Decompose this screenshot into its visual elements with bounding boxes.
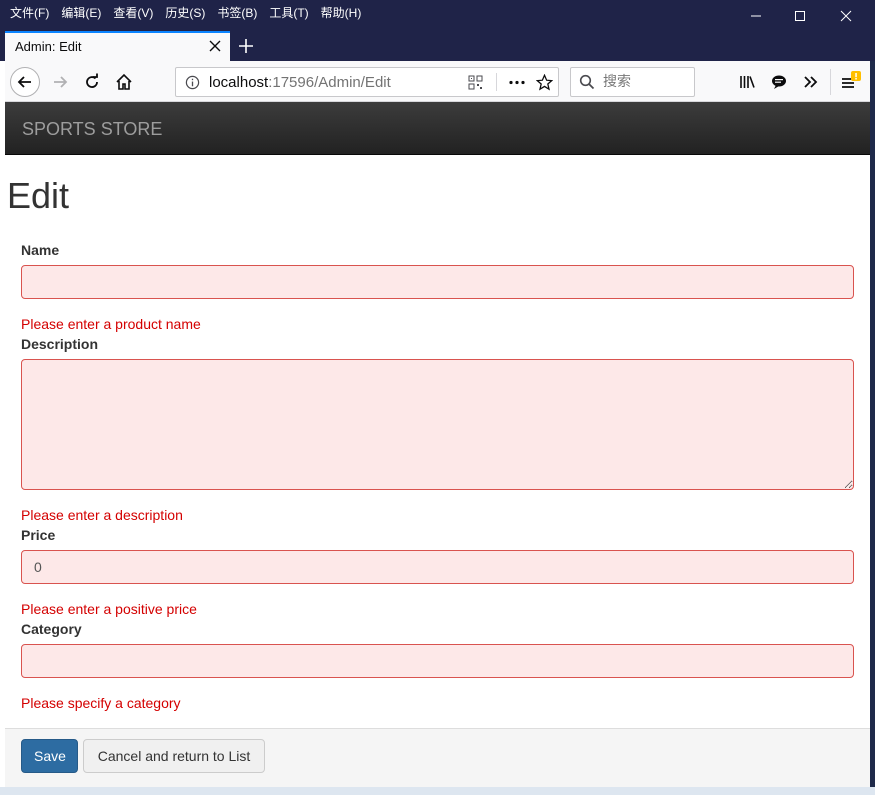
category-label: Category	[21, 621, 82, 637]
menu-bar: 文件(F) 编辑(E) 查看(V) 历史(S) 书签(B) 工具(T) 帮助(H…	[10, 4, 373, 21]
save-button[interactable]: Save	[21, 739, 78, 773]
menu-edit[interactable]: 编辑(E)	[61, 4, 101, 21]
url-text: localhost:17596/Admin/Edit	[209, 74, 391, 91]
description-error: Please enter a description	[21, 507, 183, 523]
forward-button[interactable]	[45, 67, 75, 97]
overflow-button[interactable]	[796, 67, 826, 97]
browser-toolbar: localhost:17596/Admin/Edit	[5, 61, 870, 102]
menu-help[interactable]: 帮助(H)	[321, 4, 362, 21]
price-error: Please enter a positive price	[21, 601, 197, 617]
library-button[interactable]	[732, 67, 762, 97]
menu-tools[interactable]: 工具(T)	[269, 4, 308, 21]
double-chevron-right-icon	[804, 76, 818, 88]
hamburger-menu-icon	[842, 71, 861, 88]
back-arrow-icon	[17, 76, 31, 88]
menu-file[interactable]: 文件(F)	[10, 4, 49, 21]
page-title: Edit	[7, 175, 70, 216]
site-brand[interactable]: SPORTS STORE	[22, 119, 162, 140]
main-menu-button[interactable]	[835, 67, 865, 97]
menu-history[interactable]: 历史(S)	[165, 4, 205, 21]
reload-icon	[86, 73, 98, 88]
info-icon[interactable]	[185, 75, 200, 90]
name-label: Name	[21, 242, 60, 258]
window-titlebar: 文件(F) 编辑(E) 查看(V) 历史(S) 书签(B) 工具(T) 帮助(H…	[0, 0, 875, 31]
site-navbar: SPORTS STORE	[5, 102, 870, 155]
new-tab-icon[interactable]	[236, 36, 256, 56]
tab-close-icon[interactable]	[208, 39, 222, 53]
minimize-icon	[751, 15, 761, 16]
form-footer: Save Cancel and return to List	[5, 728, 870, 787]
cancel-button[interactable]: Cancel and return to List	[83, 739, 265, 773]
chat-button[interactable]	[764, 67, 794, 97]
toolbar-divider	[830, 69, 831, 95]
url-path: :17596/Admin/Edit	[268, 74, 391, 91]
tab-title: Admin: Edit	[15, 39, 82, 54]
description-textarea[interactable]	[21, 359, 854, 490]
description-label: Description	[21, 336, 99, 352]
minimize-button[interactable]	[733, 0, 779, 31]
search-input[interactable]	[601, 72, 689, 92]
name-error: Please enter a product name	[21, 316, 201, 332]
url-host: localhost	[209, 74, 269, 91]
back-button[interactable]	[10, 67, 40, 97]
home-icon	[116, 73, 132, 90]
tab-admin-edit[interactable]: Admin: Edit	[5, 31, 230, 61]
more-actions-icon[interactable]	[508, 75, 526, 90]
chat-bubble-icon	[772, 75, 786, 89]
bookmark-star-icon[interactable]	[536, 74, 553, 91]
maximize-icon	[795, 10, 805, 21]
reload-button[interactable]	[77, 67, 107, 97]
library-icon	[740, 76, 755, 88]
category-input[interactable]	[21, 644, 854, 678]
menu-view[interactable]: 查看(V)	[113, 4, 153, 21]
url-bar[interactable]: localhost:17596/Admin/Edit	[175, 67, 559, 97]
search-icon	[579, 74, 595, 90]
category-error: Please specify a category	[21, 695, 181, 711]
forward-arrow-icon	[54, 76, 68, 88]
name-input[interactable]	[21, 265, 854, 299]
maximize-button[interactable]	[777, 0, 823, 31]
price-label: Price	[21, 527, 56, 543]
home-button[interactable]	[109, 67, 139, 97]
url-divider	[496, 73, 497, 91]
qr-code-icon[interactable]	[468, 75, 483, 90]
close-window-button[interactable]	[823, 0, 869, 31]
tab-strip: Admin: Edit	[0, 31, 875, 61]
search-bar[interactable]	[570, 67, 695, 97]
page-content: SPORTS STORE Edit Name Please enter a pr…	[5, 102, 870, 787]
window-bottom-border	[0, 787, 875, 795]
price-input[interactable]	[21, 550, 854, 584]
close-icon	[840, 10, 852, 21]
menu-bookmarks[interactable]: 书签(B)	[217, 4, 257, 21]
